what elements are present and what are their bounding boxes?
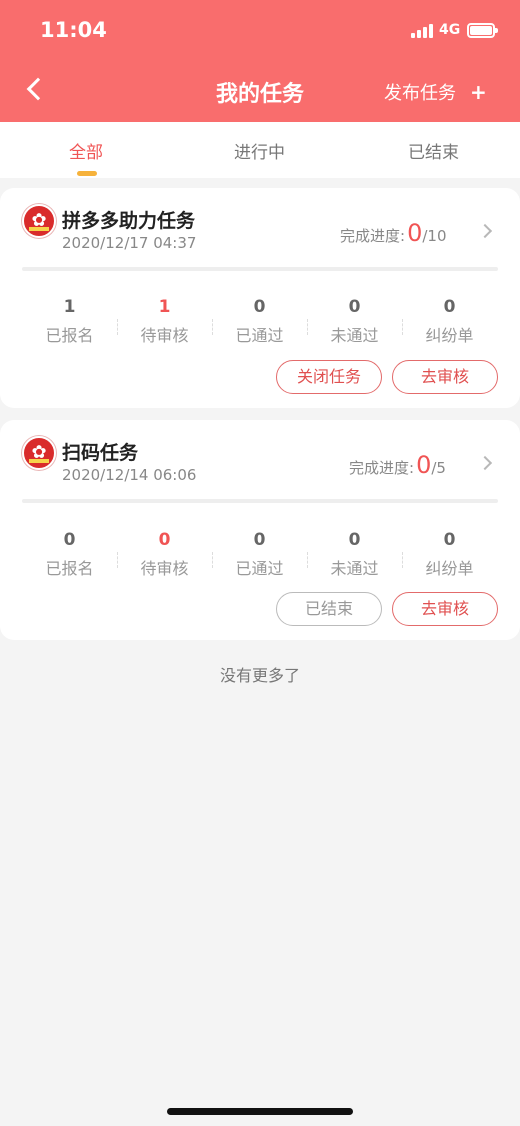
status-bar: 11:04 4G <box>0 0 520 60</box>
task-card[interactable]: 拼多多助力任务 2020/12/17 04:37 完成进度:0/10 1已报名 … <box>0 188 520 408</box>
stat-disputes[interactable]: 0 纠纷单 <box>402 297 497 346</box>
task-stats: 0 已报名 0 待审核 0 已通过 0 未通过 0 纠纷单 <box>22 530 498 580</box>
task-stats: 1 已报名 1 待审核 0 已通过 0 未通过 0 纠纷单 <box>22 297 498 347</box>
review-button[interactable]: 去审核 <box>392 360 498 394</box>
task-progress: 完成进度:0/10 <box>340 219 446 247</box>
stat-disputes[interactable]: 0 纠纷单 <box>402 530 497 579</box>
stat-value: 1 <box>158 297 171 317</box>
publish-task-label: 发布任务 <box>384 83 456 104</box>
stat-value: 1 <box>63 297 76 317</box>
stat-value: 0 <box>158 530 171 550</box>
stat-value: 0 <box>253 530 266 550</box>
status-time: 11:04 <box>40 18 107 42</box>
stat-value: 0 <box>63 530 76 550</box>
stat-label: 已通过 <box>235 326 284 345</box>
progress-done: 0 <box>416 451 432 479</box>
stat-signed-up[interactable]: 1 已报名 <box>22 297 117 346</box>
stat-pending-review[interactable]: 0 待审核 <box>117 530 212 579</box>
progress-label: 完成进度: <box>340 227 406 245</box>
signal-icon <box>411 24 433 38</box>
progress-done: 0 <box>407 219 423 247</box>
stat-label: 未通过 <box>330 326 379 345</box>
tab-finished[interactable]: 已结束 <box>408 138 459 163</box>
task-title: 扫码任务 <box>62 442 139 464</box>
home-indicator <box>167 1108 353 1115</box>
tab-bar: 全部 进行中 已结束 <box>0 122 520 178</box>
publish-task-button[interactable]: 发布任务 + <box>384 79 487 105</box>
stat-rejected[interactable]: 0 未通过 <box>307 297 402 346</box>
task-logo-icon <box>22 204 56 238</box>
tab-in-progress[interactable]: 进行中 <box>234 138 285 163</box>
progress-label: 完成进度: <box>349 459 415 477</box>
stat-rejected[interactable]: 0 未通过 <box>307 530 402 579</box>
ended-button[interactable]: 已结束 <box>276 592 382 626</box>
stat-label: 待审核 <box>140 559 189 578</box>
card-divider <box>22 499 498 503</box>
progress-total: /5 <box>431 459 446 477</box>
review-button[interactable]: 去审核 <box>392 592 498 626</box>
battery-icon <box>467 23 498 38</box>
stat-label: 已报名 <box>45 326 94 345</box>
task-date: 2020/12/17 04:37 <box>62 234 197 252</box>
tab-indicator <box>77 171 97 176</box>
stat-value: 0 <box>253 297 266 317</box>
network-type: 4G <box>439 22 461 38</box>
tab-all[interactable]: 全部 <box>69 138 103 163</box>
header-bar: 11:04 4G 我的任务 发布任务 + <box>0 0 520 122</box>
stat-label: 待审核 <box>140 326 189 345</box>
no-more-text: 没有更多了 <box>219 666 300 685</box>
stat-label: 纠纷单 <box>425 326 474 345</box>
stat-value: 0 <box>443 530 456 550</box>
stat-approved[interactable]: 0 已通过 <box>212 297 307 346</box>
stat-signed-up[interactable]: 0 已报名 <box>22 530 117 579</box>
plus-icon: + <box>470 80 487 104</box>
stat-value: 0 <box>348 297 361 317</box>
chevron-right-icon[interactable] <box>480 456 494 470</box>
close-task-button[interactable]: 关闭任务 <box>276 360 382 394</box>
task-card[interactable]: 扫码任务 2020/12/14 06:06 完成进度:0/5 0已报名 0待审核… <box>0 420 520 640</box>
stat-label: 未通过 <box>330 559 379 578</box>
stat-label: 纠纷单 <box>425 559 474 578</box>
task-date: 2020/12/14 06:06 <box>62 466 197 484</box>
chevron-right-icon[interactable] <box>480 224 494 238</box>
card-divider <box>22 267 498 271</box>
progress-total: /10 <box>422 227 447 245</box>
task-logo-icon <box>22 436 56 470</box>
stat-pending-review[interactable]: 1 待审核 <box>117 297 212 346</box>
task-progress: 完成进度:0/5 <box>349 451 446 479</box>
stat-label: 已报名 <box>45 559 94 578</box>
stat-label: 已通过 <box>235 559 284 578</box>
stat-approved[interactable]: 0 已通过 <box>212 530 307 579</box>
stat-value: 0 <box>348 530 361 550</box>
stat-value: 0 <box>443 297 456 317</box>
task-title: 拼多多助力任务 <box>62 210 196 232</box>
